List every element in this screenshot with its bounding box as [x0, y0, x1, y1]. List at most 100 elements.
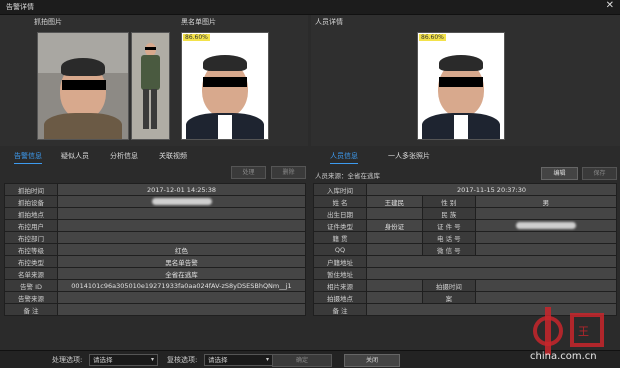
row-label: QQ	[313, 243, 367, 256]
capture-label: 抓拍图片	[34, 18, 62, 26]
row-value: 黑名单告警	[57, 255, 306, 268]
table-row: 抓拍时间 2017-12-01 14:25:38	[4, 183, 306, 196]
row-label: 暂住地址	[313, 267, 367, 280]
tab-multi-photos[interactable]: 一人多张照片	[388, 151, 430, 161]
table-row: 户籍地址	[313, 255, 617, 268]
table-row: 籍 贯电 话 号	[313, 231, 618, 244]
person-source: 人员来源：全省在逃库	[315, 172, 380, 180]
row-label: 姓 名	[313, 195, 367, 208]
row-value[interactable]: 男	[474, 195, 618, 208]
confirm-button[interactable]: 确定	[272, 354, 332, 367]
row-label: 相片来源	[313, 279, 367, 292]
row-label: 告警来源	[4, 291, 58, 304]
capture-body-photo[interactable]	[131, 32, 170, 140]
table-row: 布控类型 黑名单告警	[4, 255, 306, 268]
person-photo[interactable]: 86.60%	[417, 32, 505, 140]
row-value[interactable]	[366, 207, 423, 220]
left-photo-panel: 抓拍图片 黑名单图片 86.60%	[0, 15, 308, 146]
svg-text:王: 王	[578, 325, 589, 338]
tab-person-info[interactable]: 人员信息	[330, 151, 358, 164]
redacted-value	[515, 222, 576, 229]
table-row: 布控用户	[4, 219, 306, 232]
row-value[interactable]	[474, 243, 618, 256]
row-value[interactable]	[474, 207, 618, 220]
row-value	[57, 207, 306, 220]
chevron-down-icon: ▾	[150, 356, 154, 363]
tab-suspects[interactable]: 疑似人员	[61, 151, 89, 161]
table-row: 布控部门	[4, 231, 306, 244]
row-value	[57, 195, 306, 208]
row-label: 微 信 号	[421, 243, 476, 256]
right-photo-panel: 人员详情 86.60%	[311, 15, 620, 146]
china-com-cn-logo: 王 china.com.cn 中国	[512, 301, 612, 362]
row-value[interactable]	[366, 279, 423, 292]
row-label: 布控部门	[4, 231, 58, 244]
row-label: 拍摄地点	[313, 291, 367, 304]
row-label: 布控等级	[4, 243, 58, 256]
table-row: 抓拍设备	[4, 195, 306, 208]
table-row: 相片来源 拍摄时间	[313, 279, 618, 292]
row-value[interactable]	[474, 219, 618, 232]
row-value[interactable]	[474, 231, 618, 244]
row-label: 籍 贯	[313, 231, 367, 244]
process-option-select[interactable]: 请选择 ▾	[89, 354, 158, 366]
row-label: 备 注	[313, 303, 367, 316]
table-row: 备 注	[4, 303, 306, 316]
tab-related-video[interactable]: 关联视频	[159, 151, 187, 161]
row-value: 2017-12-01 14:25:38	[57, 183, 306, 196]
table-row: QQ 微 信 号	[313, 243, 618, 256]
row-label: 名单来源	[4, 267, 58, 280]
row-value[interactable]	[366, 255, 617, 268]
table-row: 抓拍地点	[4, 207, 306, 220]
row-label: 抓拍设备	[4, 195, 58, 208]
row-label: 出生日期	[313, 207, 367, 220]
row-value	[57, 231, 306, 244]
window-titlebar: 告警详情 ✕	[0, 0, 620, 15]
table-row: 名单来源 全省在逃库	[4, 267, 306, 280]
row-value	[57, 291, 306, 304]
close-icon[interactable]: ✕	[606, 0, 614, 11]
row-label: 户籍地址	[313, 255, 367, 268]
entry-time-label: 入库时间	[313, 183, 367, 196]
capture-face-photo[interactable]	[37, 32, 129, 140]
row-value	[57, 219, 306, 232]
row-value	[57, 303, 306, 316]
row-value[interactable]: 王建民	[366, 195, 423, 208]
table-row: 告警 ID 0014101c96a305010e19271933fa0aa024f…	[4, 279, 306, 292]
window-title: 告警详情	[6, 3, 34, 11]
save-button[interactable]: 保存	[582, 167, 617, 180]
review-option-label: 复核选项:	[167, 356, 198, 364]
row-value[interactable]: 身份证	[366, 219, 423, 232]
row-value[interactable]	[366, 291, 423, 304]
person-detail-label: 人员详情	[315, 18, 343, 26]
process-option-label: 处理选项:	[52, 356, 83, 364]
row-label: 布控类型	[4, 255, 58, 268]
redacted-value	[151, 198, 212, 205]
row-value: 0014101c96a305010e19271933fa0aa024fAV-zS…	[57, 279, 306, 292]
table-row: 出生日期 民 族	[313, 207, 618, 220]
table-row: 证件类型 身份证证 件 号	[313, 219, 618, 232]
table-row: 暂住地址	[313, 267, 617, 280]
table-row: 告警来源	[4, 291, 306, 304]
tab-analysis[interactable]: 分析信息	[110, 151, 138, 161]
tab-alarm-info[interactable]: 告警信息	[14, 151, 42, 164]
row-value[interactable]	[474, 279, 618, 292]
process-button[interactable]: 处理	[231, 166, 266, 179]
row-value[interactable]	[366, 243, 423, 256]
row-label: 备 注	[4, 303, 58, 316]
review-option-select[interactable]: 请选择 ▾	[204, 354, 273, 366]
blacklist-label: 黑名单图片	[181, 18, 216, 26]
close-button[interactable]: 关闭	[344, 354, 400, 367]
row-label: 布控用户	[4, 219, 58, 232]
right-tabs: 人员信息 一人多张照片	[311, 149, 620, 164]
table-row: 姓 名王建民性 别男	[313, 195, 618, 208]
blacklist-photo[interactable]: 86.60%	[181, 32, 269, 140]
edit-button[interactable]: 编辑	[541, 167, 578, 180]
row-value[interactable]	[366, 231, 423, 244]
row-label: 告警 ID	[4, 279, 58, 292]
row-value[interactable]	[366, 267, 617, 280]
row-label: 证 件 号	[421, 219, 476, 232]
delete-button[interactable]: 删除	[271, 166, 306, 179]
row-label: 抓拍地点	[4, 207, 58, 220]
table-row: 布控等级 红色	[4, 243, 306, 256]
